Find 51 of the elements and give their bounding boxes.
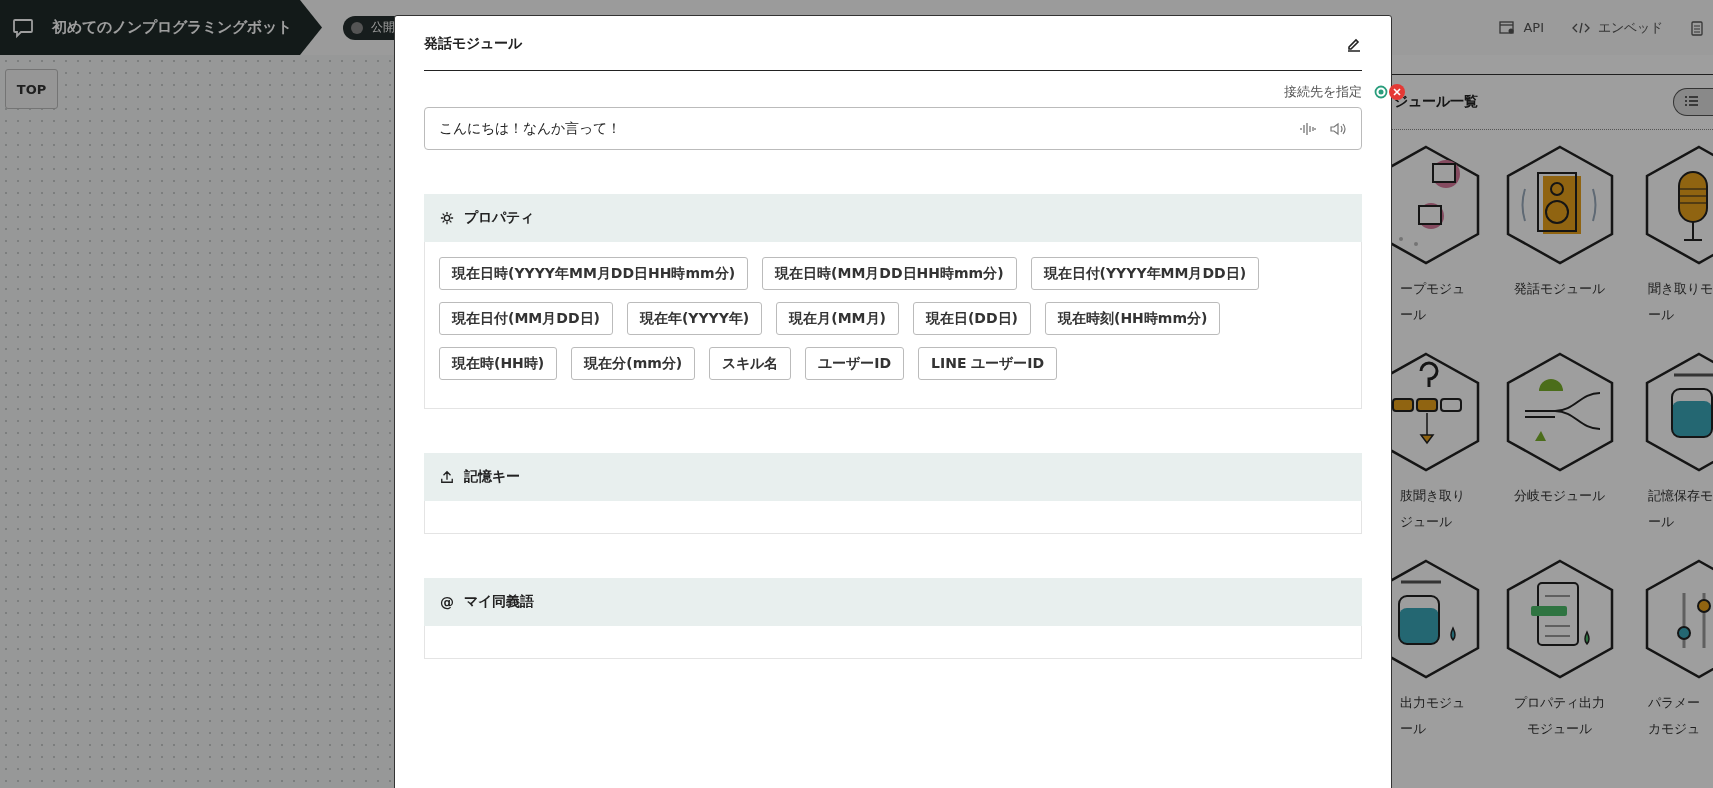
section-title: プロパティ	[464, 209, 534, 227]
microphone-hexagon-icon[interactable]	[1644, 144, 1713, 266]
module-label[interactable]: ープモジュ ール	[1392, 276, 1493, 328]
module-label[interactable]: 聞き取りモ ール	[1648, 276, 1713, 328]
property-tag-button[interactable]: 現在時(HH時)	[439, 347, 558, 380]
code-icon	[1572, 21, 1590, 34]
property-tag-button[interactable]: ユーザーID	[805, 347, 905, 380]
chat-bubble-icon[interactable]	[12, 16, 34, 39]
property-tag-button[interactable]: 現在日付(MM月DD日)	[439, 302, 613, 335]
module-label[interactable]: 分岐モジュール	[1514, 483, 1605, 509]
property-tag-button[interactable]: 現在分(mm分)	[571, 347, 696, 380]
clipboard-hexagon-icon[interactable]	[1504, 558, 1615, 680]
property-tag-button[interactable]: 現在日時(YYYY年MM月DD日HH時mm分)	[439, 257, 749, 290]
speaker-icon[interactable]	[1329, 121, 1347, 136]
property-tag-button[interactable]: 現在日付(YYYY年MM月DD日)	[1030, 257, 1260, 290]
module-label[interactable]: プロパティ出力 モジュール	[1514, 690, 1605, 742]
section-title: 記憶キー	[464, 468, 520, 486]
browser-gear-icon	[1499, 20, 1516, 35]
module-label[interactable]: パラメー カモジュ	[1648, 690, 1713, 742]
edit-icon[interactable]	[1346, 36, 1362, 52]
upload-icon	[440, 470, 454, 484]
utterance-field[interactable]: こんにちは！なんか言って！	[424, 107, 1362, 150]
clipboard-icon[interactable]	[1691, 19, 1703, 36]
property-tag-button[interactable]: 現在日時(MM月DD日HH時mm分)	[762, 257, 1017, 290]
property-tag-button[interactable]: 現在時刻(HH時mm分)	[1045, 302, 1221, 335]
section-title: マイ同義語	[464, 593, 534, 611]
settings-icon	[440, 211, 454, 225]
property-tag-button[interactable]: LINE ユーザーID	[918, 347, 1058, 380]
property-tag-button[interactable]: 現在日(DD日)	[912, 302, 1031, 335]
property-tag-button[interactable]: 現在年(YYYY年)	[626, 302, 763, 335]
at-sign-icon: @	[440, 594, 454, 610]
bot-name: 初めてのノンプログラミングボット	[52, 18, 292, 37]
dialog-title: 発話モジュール	[424, 35, 522, 53]
speaker-hexagon-icon[interactable]	[1504, 144, 1615, 266]
connect-target-label: 接続先を指定	[1284, 83, 1362, 101]
embed-link[interactable]: エンベッド	[1572, 18, 1663, 37]
list-view-toggle[interactable]	[1673, 88, 1713, 116]
module-label[interactable]: 記憶保存モ ール	[1648, 483, 1713, 535]
module-label[interactable]: 肢聞き取り ジュール	[1392, 483, 1493, 535]
property-tag-button[interactable]: スキル名	[709, 347, 792, 380]
branching-tracks-hexagon-icon[interactable]	[1504, 351, 1615, 473]
bucket-hexagon-icon[interactable]	[1644, 351, 1713, 473]
choices-hexagon-icon[interactable]	[1392, 351, 1481, 473]
module-label[interactable]: 出力モジュ ール	[1392, 690, 1493, 742]
top-button[interactable]: TOP	[5, 69, 58, 109]
module-label[interactable]: 発話モジュール	[1514, 276, 1605, 302]
connector-handle-icon[interactable]	[1374, 85, 1388, 99]
sliders-hexagon-icon[interactable]	[1644, 558, 1713, 680]
property-tag-button[interactable]: 現在月(MM月)	[776, 302, 899, 335]
api-link[interactable]: API	[1499, 20, 1544, 35]
list-icon	[1684, 94, 1698, 107]
